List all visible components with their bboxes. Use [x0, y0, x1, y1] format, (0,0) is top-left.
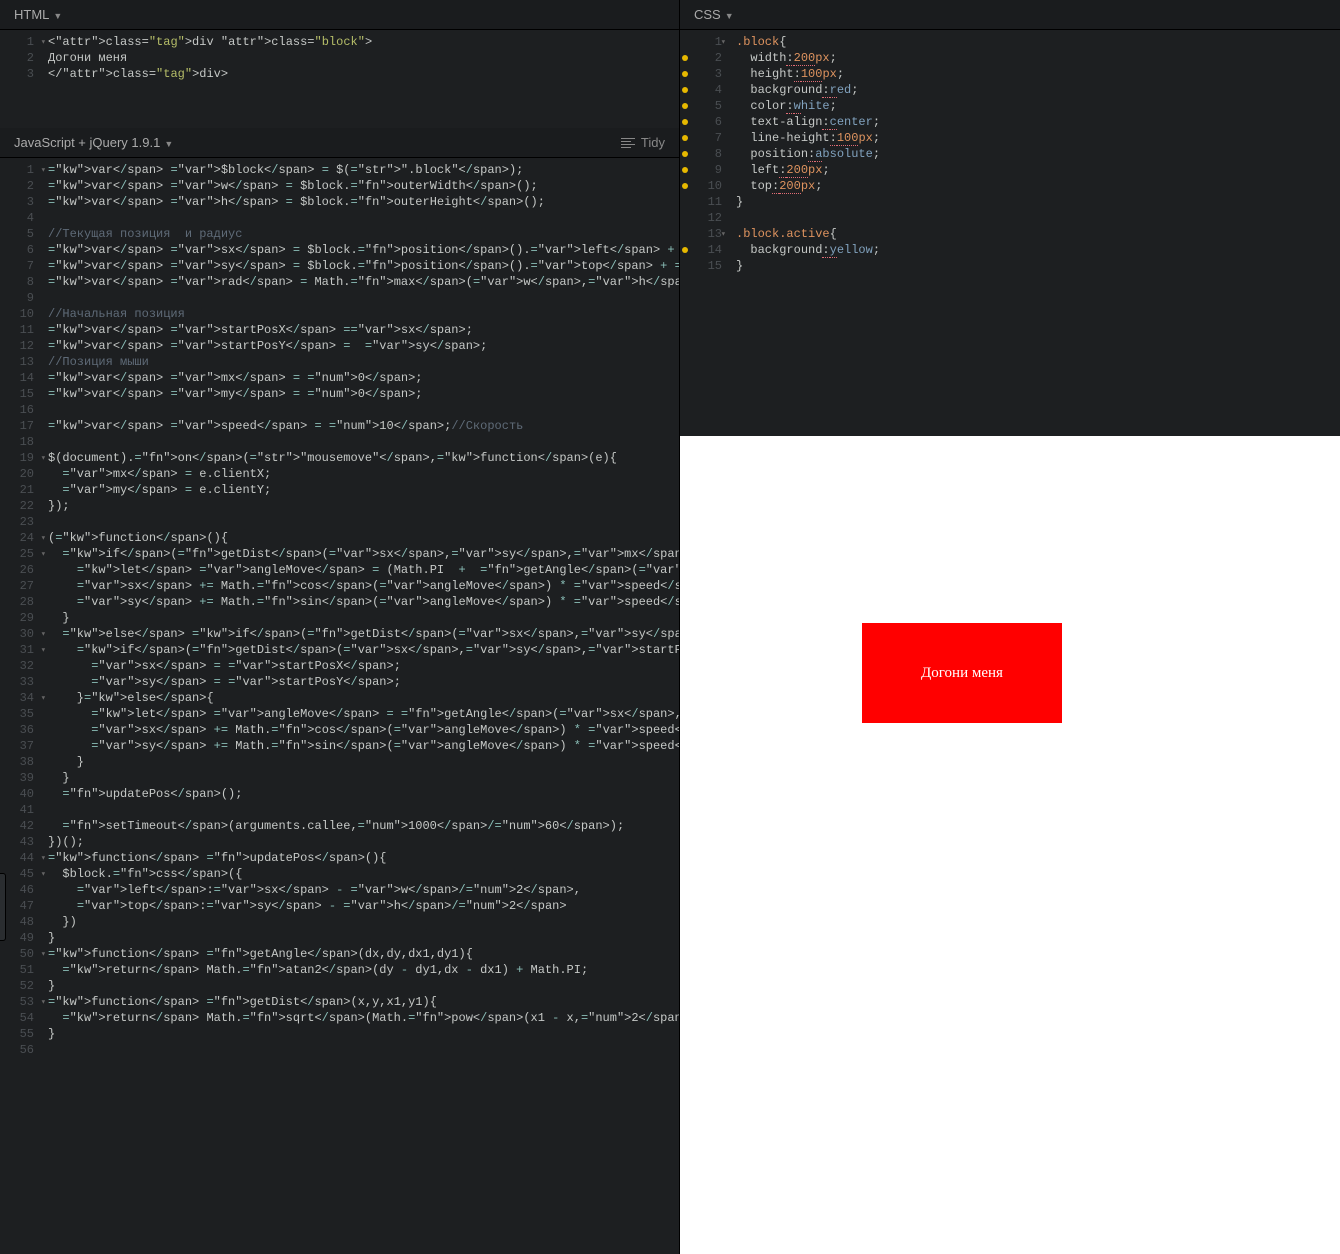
js-code[interactable]: ="kw">var</span> ="var">$block</span> = … — [42, 158, 679, 1254]
tidy-label: Tidy — [641, 135, 665, 150]
js-panel-title: JavaScript + jQuery 1.9.1 — [14, 135, 160, 150]
left-collapse-handle[interactable] — [0, 873, 6, 941]
css-editor[interactable]: 123456789101112131415 .block{ width:200p… — [680, 30, 1340, 436]
js-panel-header[interactable]: JavaScript + jQuery 1.9.1 ▼ Tidy — [0, 128, 679, 158]
css-panel-header[interactable]: CSS ▼ — [680, 0, 1340, 30]
js-editor[interactable]: 1234567891011121314151617181920212223242… — [0, 158, 679, 1254]
css-code[interactable]: .block{ width:200px; height:100px; backg… — [730, 30, 886, 436]
js-gutter: 1234567891011121314151617181920212223242… — [0, 158, 42, 1254]
html-editor[interactable]: 123 <"attr">class="tag">div "attr">class… — [0, 30, 679, 128]
html-gutter: 123 — [0, 30, 42, 128]
preview-pane[interactable]: Догони меня — [680, 436, 1340, 1254]
tidy-icon — [621, 138, 635, 148]
html-code[interactable]: <"attr">class="tag">div "attr">class="bl… — [42, 30, 378, 128]
chevron-down-icon: ▼ — [164, 139, 173, 149]
css-panel-title: CSS — [694, 7, 721, 22]
tidy-button[interactable]: Tidy — [621, 135, 665, 150]
chevron-down-icon: ▼ — [53, 11, 62, 21]
chevron-down-icon: ▼ — [725, 11, 734, 21]
css-gutter: 123456789101112131415 — [680, 30, 730, 436]
html-panel-title: HTML — [14, 7, 49, 22]
preview-block[interactable]: Догони меня — [862, 623, 1062, 723]
html-panel-header[interactable]: HTML ▼ — [0, 0, 679, 30]
